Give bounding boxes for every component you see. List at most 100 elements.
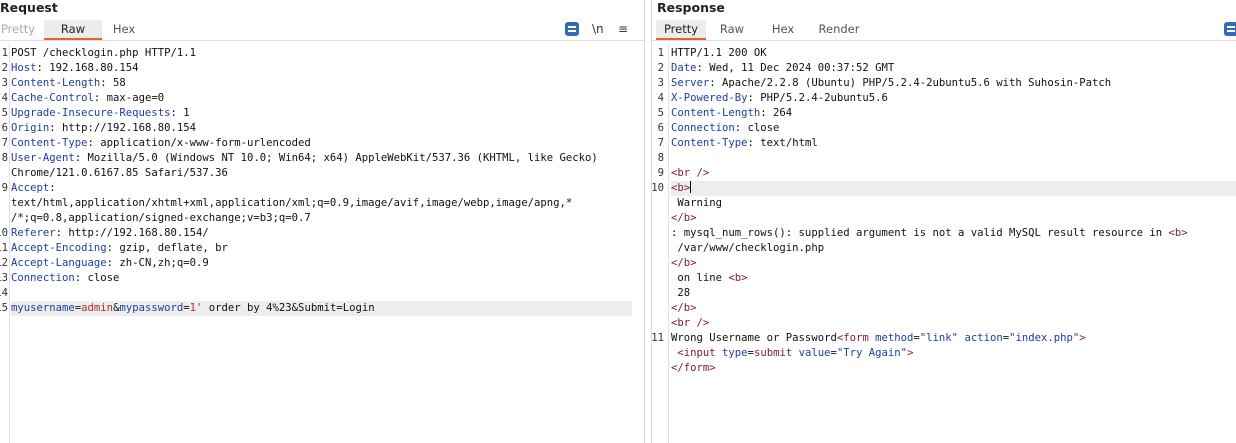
header-value: : Apache/2.2.8 (Ubuntu) PHP/5.2.4-2ubunt… — [709, 77, 1112, 89]
code-line: Server: Apache/2.2.8 (Ubuntu) PHP/5.2.4-… — [671, 76, 1236, 91]
body-text: Wrong Username or Password — [671, 332, 837, 344]
html-tag: > — [907, 347, 914, 359]
header-name: Connection — [671, 122, 735, 134]
tab-pretty[interactable]: Pretty — [0, 20, 36, 39]
line-number: 5 — [657, 107, 664, 119]
tab-render[interactable]: Render — [817, 20, 861, 39]
menu-icon[interactable]: ≡ — [618, 20, 628, 38]
header-name: X-Powered-By — [671, 92, 748, 104]
code-line: Connection: close — [671, 121, 1236, 136]
code-line: /var/www/checklogin.php — [671, 241, 1236, 256]
newline-toggle-button[interactable]: \n — [592, 20, 604, 38]
code-line: text/html,application/xhtml+xml,applicat… — [11, 196, 632, 211]
header-name: Server — [671, 77, 710, 89]
tab-hex[interactable]: Hex — [766, 20, 800, 39]
text-cursor — [690, 181, 692, 193]
line-number: 14 — [0, 287, 8, 299]
request-editor[interactable]: POST /checklogin.php HTTP/1.1 Host: 192.1… — [11, 44, 632, 443]
html-tag: > — [1079, 332, 1086, 344]
code-line: </form> — [671, 361, 1236, 376]
code-line: </b> — [671, 301, 1236, 316]
request-pane: Request Pretty Raw Hex \n ≡ 123456789101… — [0, 0, 644, 443]
code-line: Content-Length: 264 — [671, 106, 1236, 121]
html-attr: method — [875, 332, 914, 344]
header-name: Origin — [11, 122, 50, 134]
code-text: Chrome/121.0.6167.85 Safari/537.36 — [11, 167, 228, 179]
header-name: Accept-Language — [11, 257, 107, 269]
line-number: 8 — [657, 152, 664, 164]
code-text: HTTP/1.1 200 OK — [671, 47, 767, 59]
header-value: : close — [734, 122, 780, 134]
code-line: Upgrade-Insecure-Requests: 1 — [11, 106, 632, 121]
line-number: 7 — [1, 137, 8, 149]
line-number: 10 — [0, 227, 8, 239]
line-number: 13 — [0, 272, 8, 284]
code-line: Wrong Username or Password<form method="… — [671, 331, 1236, 346]
inspector-icon[interactable] — [1224, 22, 1236, 36]
code-line: Date: Wed, 11 Dec 2024 00:37:52 GMT — [671, 61, 1236, 76]
code-line: Host: 192.168.80.154 — [11, 61, 632, 76]
code-line: <br /> — [671, 166, 1236, 181]
code-line: Accept-Encoding: gzip, deflate, br — [11, 241, 632, 256]
html-tag: <br /> — [671, 317, 710, 329]
line-number: 15 — [0, 302, 8, 314]
param-name: myusername — [11, 302, 75, 314]
code-line: 28 — [671, 286, 1236, 301]
response-editor[interactable]: HTTP/1.1 200 OK Date: Wed, 11 Dec 2024 00… — [671, 44, 1236, 443]
line-number: 9 — [657, 167, 664, 179]
line-number: 2 — [657, 62, 664, 74]
header-value: : Wed, 11 Dec 2024 00:37:52 GMT — [696, 62, 895, 74]
code-text: /*;q=0.8,application/signed-exchange;v=b… — [11, 212, 311, 224]
request-title: Request — [0, 0, 58, 15]
pane-divider[interactable] — [644, 0, 652, 443]
code-text: 28 — [671, 287, 691, 299]
header-value: : gzip, deflate, br — [106, 242, 228, 254]
code-text: /var/www/checklogin.php — [671, 242, 825, 254]
code-line: Content-Type: application/x-www-form-url… — [11, 136, 632, 151]
header-value: : text/html — [747, 137, 818, 149]
html-tag: <b> — [1168, 227, 1188, 239]
param-name: mypassword — [119, 302, 184, 314]
html-string: "Try Again" — [836, 347, 908, 359]
header-value: : http://192.168.80.154 — [49, 122, 196, 134]
line-number: 5 — [1, 107, 8, 119]
code-line: : mysql_num_rows(): supplied argument is… — [671, 226, 1236, 241]
code-line: <input type=submit value="Try Again"> — [671, 346, 1236, 361]
line-number-gutter: 123456789101112131415 — [0, 44, 10, 443]
header-name: Date — [671, 62, 697, 74]
html-tag: <br /> — [671, 167, 710, 179]
code-line: </b> — [671, 256, 1236, 271]
html-tag: <b> — [728, 272, 748, 284]
tab-raw[interactable]: Raw — [715, 20, 749, 39]
tab-hex[interactable]: Hex — [108, 20, 140, 39]
code-line: Connection: close — [11, 271, 632, 286]
response-tabs: Pretty Raw Hex Render — [652, 20, 1236, 41]
response-pane: Response Pretty Raw Hex Render 1 2 3 4 5 6 7 8 9… — [651, 0, 1236, 443]
html-tag: <b> — [671, 182, 691, 194]
header-name: Content-Length — [11, 77, 101, 89]
html-tag: </b> — [671, 257, 697, 269]
header-name: Content-Length — [671, 107, 761, 119]
tab-raw[interactable]: Raw — [44, 20, 102, 40]
header-name: Referer — [11, 227, 56, 239]
code-line: myusername=admin&mypassword=1' order by … — [11, 301, 632, 316]
line-number: 11 — [651, 332, 664, 344]
line-number: 6 — [657, 122, 664, 134]
code-line: Warning — [671, 196, 1236, 211]
inspector-icon[interactable] — [565, 22, 579, 36]
line-number: 11 — [0, 242, 8, 254]
param-value: admin — [81, 302, 114, 314]
code-line: /*;q=0.8,application/signed-exchange;v=b… — [11, 211, 632, 226]
code-line: Content-Type: text/html — [671, 136, 1236, 151]
code-text: : mysql_num_rows(): supplied argument is… — [671, 227, 1169, 239]
line-number: 10 — [651, 182, 664, 194]
code-line: Content-Length: 58 — [11, 76, 632, 91]
header-value: : 192.168.80.154 — [36, 62, 139, 74]
code-line: <br /> — [671, 316, 1236, 331]
header-value: : max-age=0 — [93, 92, 165, 104]
tab-pretty[interactable]: Pretty — [656, 20, 706, 40]
header-value: : 58 — [100, 77, 126, 89]
body-text: order by 4%23&Submit=Login — [202, 302, 375, 314]
code-text: on line — [671, 272, 729, 284]
